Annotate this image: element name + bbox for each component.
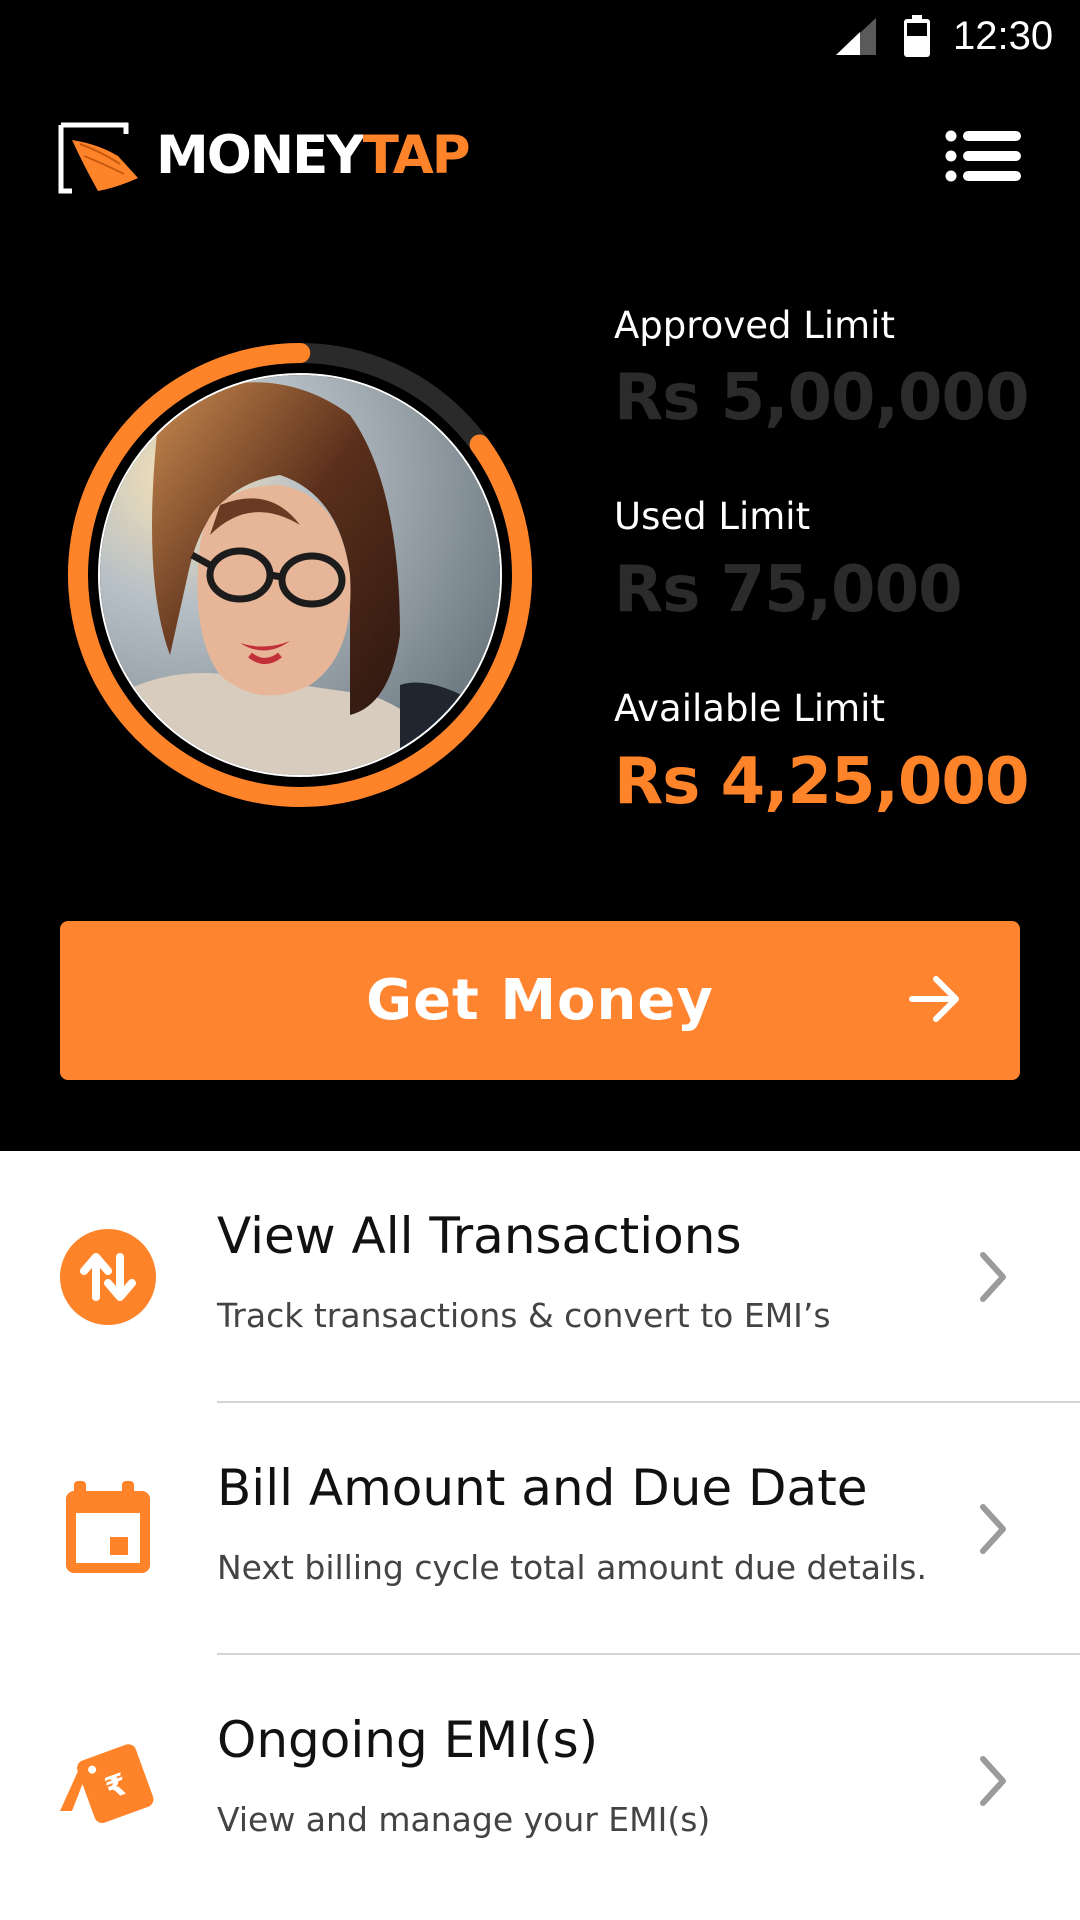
chevron-right-icon [980, 1252, 1006, 1302]
arrow-right-icon [909, 976, 959, 1022]
approved-limit-label: Approved Limit [614, 304, 895, 347]
item-subtitle-transactions: Track transactions & convert to EMI’s [217, 1296, 831, 1335]
get-money-label: Get Money [366, 968, 714, 1033]
chevron-right-icon [980, 1504, 1006, 1554]
moneytap-logo-icon [58, 122, 138, 194]
item-subtitle-ongoing-emi: View and manage your EMI(s) [217, 1800, 711, 1839]
used-limit-label: Used Limit [614, 495, 811, 538]
menu-list-icon[interactable] [945, 130, 1021, 182]
item-title-ongoing-emi: Ongoing EMI(s) [217, 1711, 599, 1769]
emi-tag-icon: ₹ [60, 1744, 154, 1823]
logo-text-money: MONEY [156, 125, 365, 186]
item-title-transactions: View All Transactions [217, 1207, 742, 1265]
signal-icon [836, 18, 876, 55]
available-limit-label: Available Limit [614, 687, 885, 730]
available-limit-value: Rs 4,25,000 [614, 745, 1029, 819]
list-item-transactions[interactable]: View All Transactions Track transactions… [0, 1151, 1080, 1403]
item-title-bill-due: Bill Amount and Due Date [217, 1459, 868, 1517]
status-time: 12:30 [953, 14, 1054, 58]
logo-text-tap: TAP [362, 125, 471, 186]
status-bar: 12:30 [0, 0, 1080, 76]
item-subtitle-bill-due: Next billing cycle total amount due deta… [217, 1548, 927, 1587]
user-avatar [98, 373, 502, 777]
dashboard-header-panel: 12:30 MONEYTAP Approved Limit Rs 5,00,00… [0, 0, 1080, 1151]
chevron-right-icon [980, 1756, 1006, 1806]
list-item-ongoing-emi[interactable]: ₹ Ongoing EMI(s) View and manage your EM… [0, 1655, 1080, 1907]
user-photo [100, 375, 500, 775]
get-money-button[interactable]: Get Money [60, 921, 1020, 1080]
approved-limit-value: Rs 5,00,000 [614, 361, 1029, 435]
list-item-bill-due[interactable]: Bill Amount and Due Date Next billing cy… [0, 1403, 1080, 1655]
app-logo-text: MONEYTAP [156, 124, 471, 188]
used-limit-value: Rs 75,000 [614, 553, 963, 627]
calendar-icon [66, 1481, 150, 1573]
transactions-icon [60, 1229, 156, 1325]
battery-icon [904, 15, 930, 57]
